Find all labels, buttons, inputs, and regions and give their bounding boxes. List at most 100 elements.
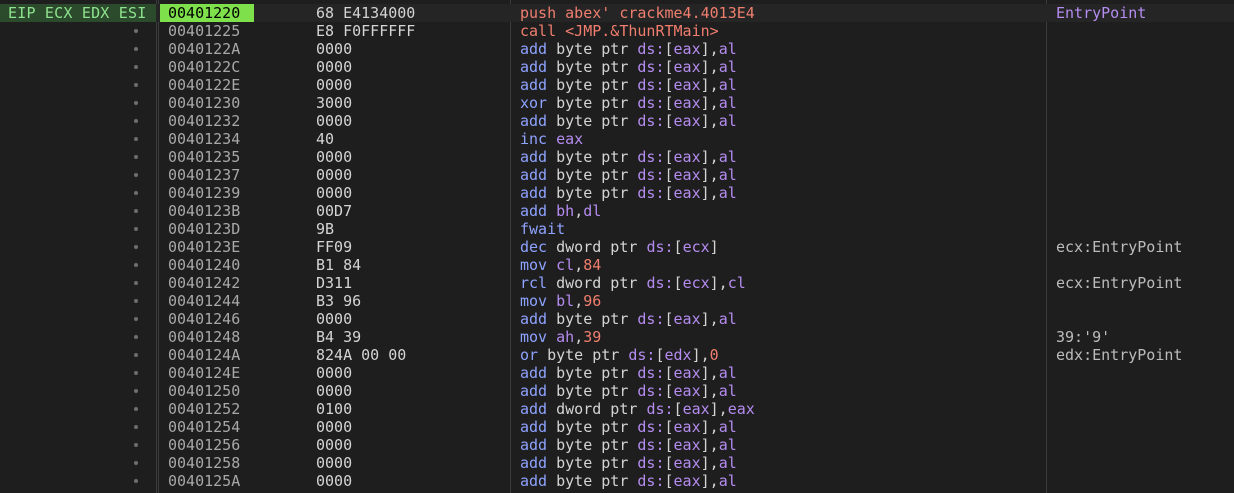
address-cell[interactable]: 0040123D xyxy=(160,220,254,238)
bytes-cell[interactable]: 0000 xyxy=(316,166,506,184)
bullet-dot-icon[interactable] xyxy=(134,263,138,267)
breakpoint-gutter[interactable] xyxy=(0,238,156,256)
breakpoint-gutter[interactable] xyxy=(0,400,156,418)
address-cell[interactable]: 00401240 xyxy=(160,256,254,274)
instruction-row[interactable]: 0040123B 00D7 add bh,dl xyxy=(0,202,1234,220)
bullet-dot-icon[interactable] xyxy=(134,281,138,285)
disassembly-cell[interactable]: dec dword ptr ds:[ecx] xyxy=(520,238,1040,256)
disassembly-cell[interactable]: push abex' crackme4.4013E4 xyxy=(520,4,1040,22)
disassembly-cell[interactable]: add byte ptr ds:[eax],al xyxy=(520,58,1040,76)
address-cell[interactable]: 00401248 xyxy=(160,328,254,346)
disassembly-cell[interactable]: add byte ptr ds:[eax],al xyxy=(520,310,1040,328)
breakpoint-gutter[interactable] xyxy=(0,472,156,490)
bytes-cell[interactable]: B1 84 xyxy=(316,256,506,274)
disassembly-cell[interactable]: add byte ptr ds:[eax],al xyxy=(520,112,1040,130)
comment-cell[interactable]: ecx:EntryPoint xyxy=(1056,274,1234,292)
breakpoint-gutter[interactable] xyxy=(0,112,156,130)
address-cell[interactable]: 0040125A xyxy=(160,472,254,490)
instruction-row[interactable]: 00401244 B3 96 mov bl,96 xyxy=(0,292,1234,310)
instruction-row[interactable]: 00401230 3000 xor byte ptr ds:[eax],al xyxy=(0,94,1234,112)
breakpoint-gutter[interactable] xyxy=(0,364,156,382)
address-cell[interactable]: 00401252 xyxy=(160,400,254,418)
bytes-cell[interactable]: 0000 xyxy=(316,436,506,454)
breakpoint-gutter[interactable] xyxy=(0,76,156,94)
instruction-row[interactable]: 0040122C 0000 add byte ptr ds:[eax],al xyxy=(0,58,1234,76)
instruction-row[interactable]: 00401256 0000 add byte ptr ds:[eax],al xyxy=(0,436,1234,454)
disassembly-cell[interactable]: xor byte ptr ds:[eax],al xyxy=(520,94,1040,112)
instruction-row[interactable]: 00401242 D311 rcl dword ptr ds:[ecx],cl ecx… xyxy=(0,274,1234,292)
address-cell[interactable]: 00401254 xyxy=(160,418,254,436)
bytes-cell[interactable]: 0000 xyxy=(316,40,506,58)
instruction-row[interactable]: 00401258 0000 add byte ptr ds:[eax],al xyxy=(0,454,1234,472)
address-cell[interactable]: 00401239 xyxy=(160,184,254,202)
instruction-row[interactable]: 00401237 0000 add byte ptr ds:[eax],al xyxy=(0,166,1234,184)
breakpoint-gutter[interactable] xyxy=(0,274,156,292)
bytes-cell[interactable]: B3 96 xyxy=(316,292,506,310)
disassembly-cell[interactable]: add byte ptr ds:[eax],al xyxy=(520,166,1040,184)
bullet-dot-icon[interactable] xyxy=(134,461,138,465)
breakpoint-gutter[interactable] xyxy=(0,418,156,436)
bullet-dot-icon[interactable] xyxy=(134,47,138,51)
instruction-row[interactable]: EIP ECX EDX ESI 00401220 68 E4134000 push a… xyxy=(0,4,1234,22)
bytes-cell[interactable]: D311 xyxy=(316,274,506,292)
address-cell[interactable]: 00401250 xyxy=(160,382,254,400)
breakpoint-gutter[interactable] xyxy=(0,292,156,310)
address-cell[interactable]: 00401237 xyxy=(160,166,254,184)
instruction-row[interactable]: 00401232 0000 add byte ptr ds:[eax],al xyxy=(0,112,1234,130)
bullet-dot-icon[interactable] xyxy=(134,389,138,393)
disassembly-view[interactable]: EIP ECX EDX ESI 00401220 68 E4134000 push a… xyxy=(0,0,1234,493)
instruction-row[interactable]: 00401239 0000 add byte ptr ds:[eax],al xyxy=(0,184,1234,202)
bullet-dot-icon[interactable] xyxy=(134,407,138,411)
address-cell[interactable]: 00401235 xyxy=(160,148,254,166)
comment-cell[interactable]: edx:EntryPoint xyxy=(1056,346,1234,364)
comment-cell[interactable]: ecx:EntryPoint xyxy=(1056,238,1234,256)
disassembly-cell[interactable]: mov cl,84 xyxy=(520,256,1040,274)
breakpoint-gutter[interactable] xyxy=(0,256,156,274)
address-cell[interactable]: 00401256 xyxy=(160,436,254,454)
instruction-row[interactable]: 00401252 0100 add dword ptr ds:[eax],eax xyxy=(0,400,1234,418)
address-cell[interactable]: 00401232 xyxy=(160,112,254,130)
instruction-row[interactable]: 0040124E 0000 add byte ptr ds:[eax],al xyxy=(0,364,1234,382)
breakpoint-gutter[interactable] xyxy=(0,328,156,346)
disassembly-cell[interactable]: mov bl,96 xyxy=(520,292,1040,310)
breakpoint-gutter[interactable] xyxy=(0,184,156,202)
disassembly-cell[interactable]: add byte ptr ds:[eax],al xyxy=(520,364,1040,382)
bytes-cell[interactable]: FF09 xyxy=(316,238,506,256)
disassembly-cell[interactable]: add byte ptr ds:[eax],al xyxy=(520,184,1040,202)
bytes-cell[interactable]: 824A 00 00 xyxy=(316,346,506,364)
disassembly-cell[interactable]: add byte ptr ds:[eax],al xyxy=(520,382,1040,400)
disassembly-cell[interactable]: inc eax xyxy=(520,130,1040,148)
address-cell[interactable]: 00401246 xyxy=(160,310,254,328)
breakpoint-gutter[interactable] xyxy=(0,148,156,166)
address-cell[interactable]: 0040122A xyxy=(160,40,254,58)
bullet-dot-icon[interactable] xyxy=(134,155,138,159)
register-pointer-cell[interactable]: EIP ECX EDX ESI xyxy=(0,4,156,22)
bytes-cell[interactable]: 0000 xyxy=(316,418,506,436)
disassembly-cell[interactable]: fwait xyxy=(520,220,1040,238)
bytes-cell[interactable]: 68 E4134000 xyxy=(316,4,506,22)
address-cell[interactable]: 0040124E xyxy=(160,364,254,382)
bytes-cell[interactable]: 0000 xyxy=(316,310,506,328)
address-cell[interactable]: 0040122C xyxy=(160,58,254,76)
instruction-row[interactable]: 00401254 0000 add byte ptr ds:[eax],al xyxy=(0,418,1234,436)
comment-cell[interactable]: 39:'9' xyxy=(1056,328,1234,346)
bullet-dot-icon[interactable] xyxy=(134,425,138,429)
bytes-cell[interactable]: 0000 xyxy=(316,364,506,382)
breakpoint-gutter[interactable] xyxy=(0,436,156,454)
bytes-cell[interactable]: 00D7 xyxy=(316,202,506,220)
instruction-row[interactable]: 00401250 0000 add byte ptr ds:[eax],al xyxy=(0,382,1234,400)
address-cell[interactable]: 00401230 xyxy=(160,94,254,112)
instruction-row[interactable]: 0040123D 9B fwait xyxy=(0,220,1234,238)
bullet-dot-icon[interactable] xyxy=(134,83,138,87)
bullet-dot-icon[interactable] xyxy=(134,119,138,123)
bullet-dot-icon[interactable] xyxy=(134,137,138,141)
breakpoint-gutter[interactable] xyxy=(0,202,156,220)
bullet-dot-icon[interactable] xyxy=(134,335,138,339)
bytes-cell[interactable]: 0000 xyxy=(316,454,506,472)
instruction-row[interactable]: 00401240 B1 84 mov cl,84 xyxy=(0,256,1234,274)
bytes-cell[interactable]: 9B xyxy=(316,220,506,238)
disassembly-cell[interactable]: mov ah,39 xyxy=(520,328,1040,346)
comment-cell[interactable]: EntryPoint xyxy=(1056,4,1234,22)
bullet-dot-icon[interactable] xyxy=(134,65,138,69)
instruction-row[interactable]: 00401235 0000 add byte ptr ds:[eax],al xyxy=(0,148,1234,166)
